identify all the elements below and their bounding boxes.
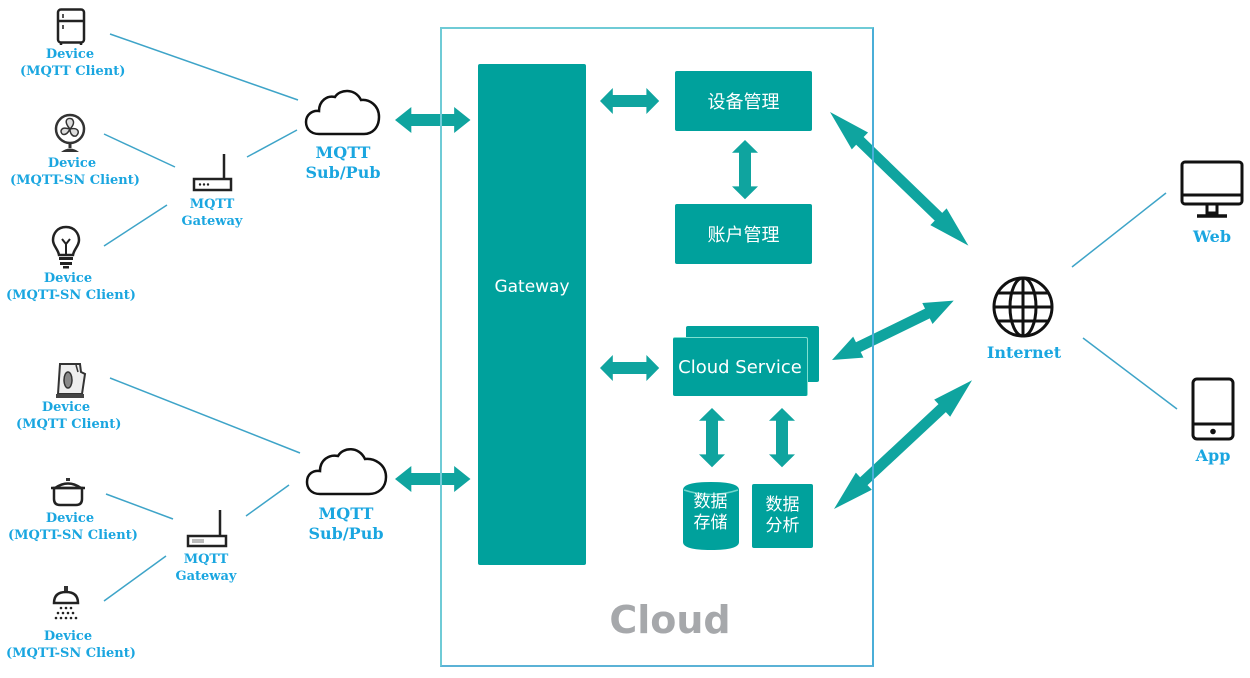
smartphone-icon [1191,377,1235,441]
kettle-icon [56,363,87,398]
cloud-icon [305,448,388,496]
device-title: Device [47,156,97,171]
device-title: Device [43,271,93,286]
device-subtitle: (MQTT-SN Client) [6,646,136,661]
internet-label: Internet [986,343,1062,362]
cloud-icon [304,89,381,136]
device-subtitle: (MQTT-SN Client) [10,173,140,188]
data-storage-line-1: 数据 [693,492,728,512]
link-shower-to-gateway [103,555,167,602]
cloud-gateway[interactable]: Gateway [478,64,586,565]
broker-label-2: Sub/Pub [305,163,381,182]
link-internet-to-app [1082,337,1178,410]
device-management-box[interactable]: 设备管理 [675,71,812,131]
globe-icon [992,276,1054,338]
link-kettle-to-broker [109,377,301,454]
refrigerator-icon [56,8,86,45]
broker-label-1: MQTT [315,143,371,162]
data-analysis-box[interactable]: 数据 分析 [752,484,813,548]
device-title: Device [45,47,95,62]
data-analysis-line-2: 分析 [765,516,800,536]
device-subtitle: (MQTT-SN Client) [8,528,138,543]
cloud-service-label: Cloud Service [678,356,802,378]
cloud-service-box[interactable]: Cloud Service [673,337,808,396]
router-icon [186,510,228,548]
broker-label-1: MQTT [318,504,374,523]
cloud-title: Cloud [609,598,731,642]
monitor-icon [1180,160,1244,218]
gateway-label-1: MQTT [183,552,229,567]
shower-icon [52,586,80,620]
device-subtitle: (MQTT-SN Client) [6,288,136,303]
app-label: App [1195,446,1231,465]
device-title: Device [41,400,91,415]
link-fridge-to-broker [109,33,299,101]
device-subtitle: (MQTT Client) [16,417,122,432]
device-title: Device [45,511,95,526]
link-bulb-to-gateway [103,204,168,247]
account-management-box[interactable]: 账户管理 [675,204,812,264]
broker-label-2: Sub/Pub [308,524,384,543]
gateway-label-1: MQTT [189,197,235,212]
account-management-label: 账户管理 [707,225,780,246]
cloud-gateway-label: Gateway [494,276,570,297]
router-icon [192,154,233,192]
cooking-pot-icon [51,478,85,507]
link-gateway-to-broker [246,129,298,158]
gateway-label-2: Gateway [181,214,243,229]
web-label: Web [1192,227,1232,246]
device-management-label: 设备管理 [707,92,780,113]
link-internet-to-web [1071,192,1167,268]
fan-icon [54,113,86,152]
data-storage-line-2: 存储 [693,513,728,533]
data-analysis-line-1: 数据 [765,495,800,515]
gateway-label-2: Gateway [175,569,237,584]
data-storage-label: 数据 存储 [683,492,738,534]
link-gateway2-to-broker [245,484,290,517]
device-title: Device [43,629,93,644]
device-subtitle: (MQTT Client) [20,64,126,79]
light-bulb-icon [51,225,81,269]
